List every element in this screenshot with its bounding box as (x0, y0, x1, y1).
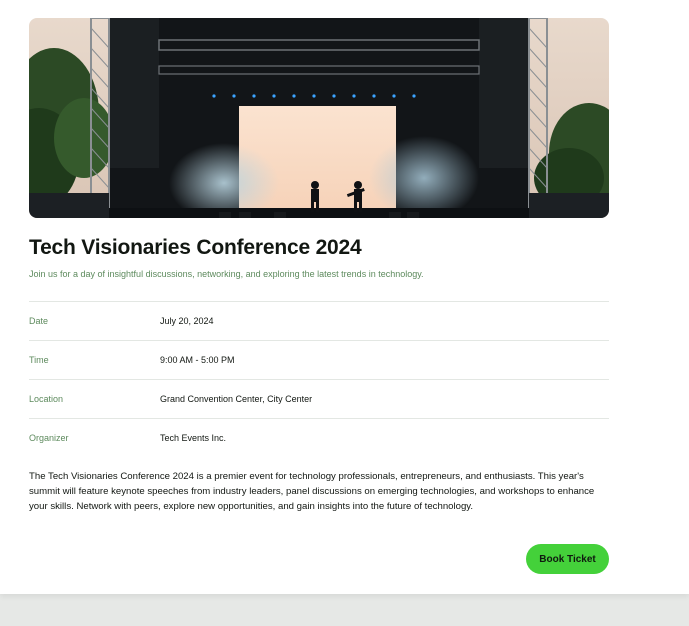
detail-value: July 20, 2024 (160, 316, 214, 326)
detail-row-location: Location Grand Convention Center, City C… (29, 379, 609, 418)
event-subtitle: Join us for a day of insightful discussi… (29, 269, 424, 279)
detail-value: Grand Convention Center, City Center (160, 394, 313, 404)
detail-label: Location (29, 394, 64, 404)
detail-row-time: Time 9:00 AM - 5:00 PM (29, 340, 609, 379)
event-description: The Tech Visionaries Conference 2024 is … (29, 471, 595, 512)
event-hero-image (29, 18, 609, 218)
book-ticket-button[interactable]: Book Ticket (526, 544, 609, 574)
detail-label: Organizer (29, 433, 69, 443)
detail-row-organizer: Organizer Tech Events Inc. (29, 418, 609, 457)
event-title: Tech Visionaries Conference 2024 (29, 236, 362, 259)
detail-value: 9:00 AM - 5:00 PM (160, 355, 235, 365)
event-details-table: Date July 20, 2024 Time 9:00 AM - 5:00 P… (29, 301, 609, 457)
event-card: Tech Visionaries Conference 2024 Join us… (0, 0, 689, 594)
detail-value: Tech Events Inc. (160, 433, 227, 443)
detail-label: Date (29, 316, 49, 326)
detail-row-date: Date July 20, 2024 (29, 301, 609, 340)
detail-label: Time (29, 355, 49, 365)
